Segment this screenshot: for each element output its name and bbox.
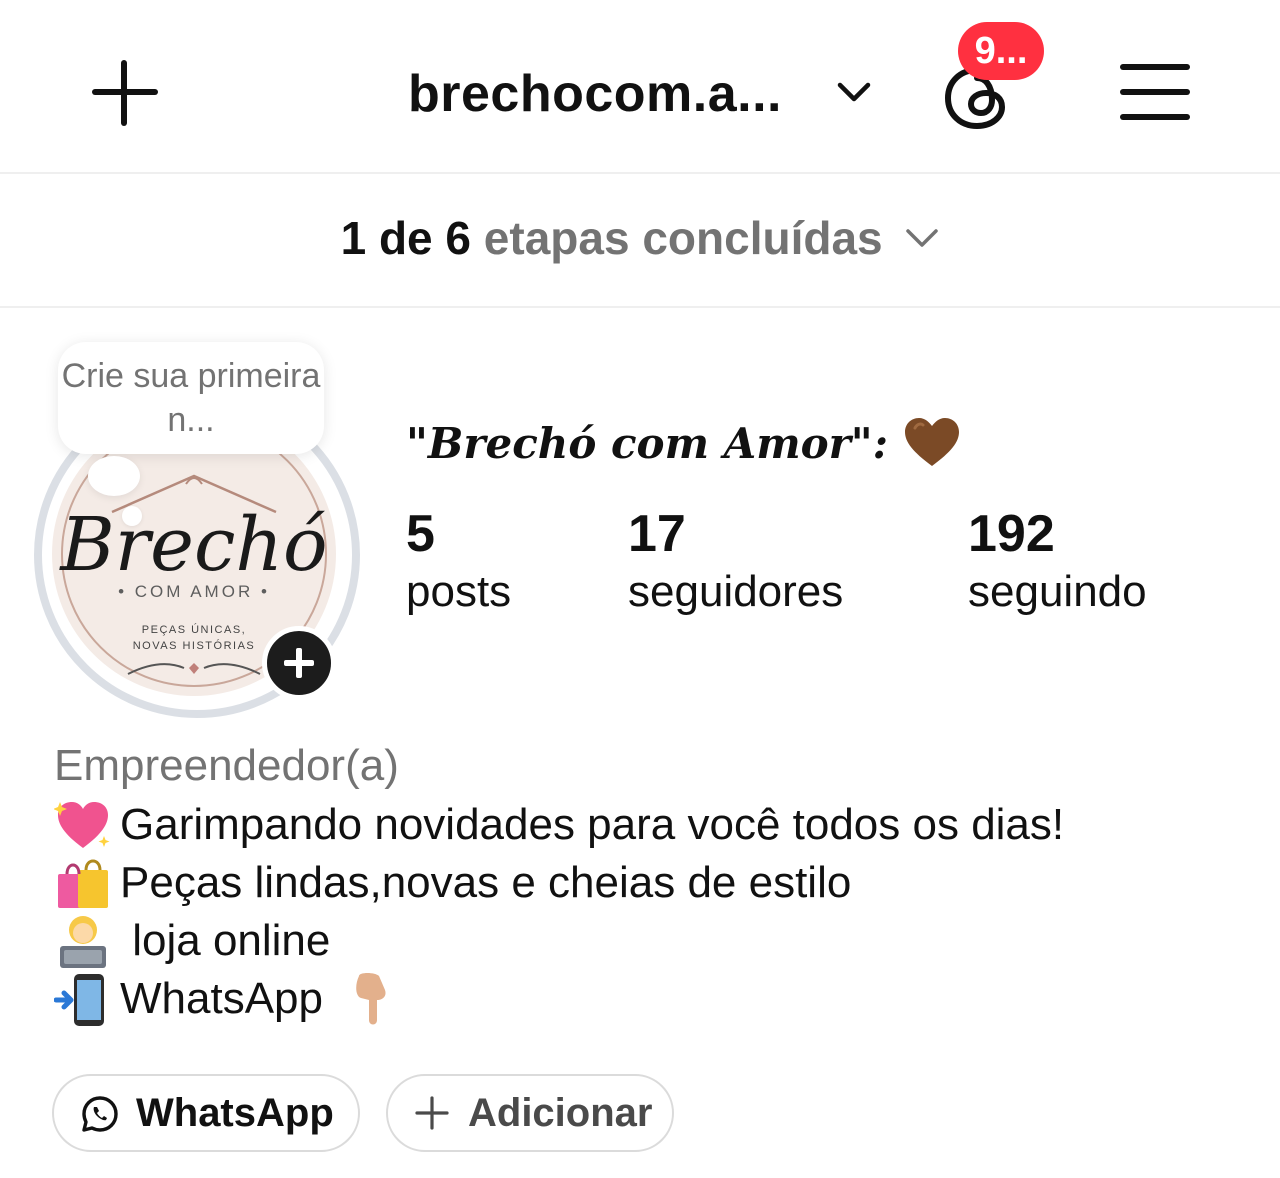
profile-display-name: "Brechó com Amor":	[406, 414, 961, 474]
stat-followers-value: 17	[628, 505, 686, 563]
note-bubble-tail	[88, 456, 140, 496]
technologist-emoji	[60, 916, 106, 968]
plus-icon	[415, 1096, 449, 1130]
menu-hamburger-icon[interactable]	[1120, 64, 1190, 120]
chevron-down-icon[interactable]	[905, 221, 939, 255]
create-plus-icon[interactable]	[88, 56, 162, 130]
account-switch-chevron-icon[interactable]	[836, 74, 872, 110]
bio-line: Garimpando novidades para você todos os …	[54, 796, 1064, 854]
add-button-label: Adicionar	[468, 1091, 653, 1135]
add-story-plus-icon[interactable]	[262, 626, 336, 700]
note-bubble-tail-dot	[122, 506, 142, 526]
whatsapp-icon	[82, 1096, 118, 1132]
logo-subtitle: • COM AMOR •	[118, 582, 270, 601]
account-username[interactable]: brechocom.a...	[408, 62, 782, 126]
brown-heart-emoji	[904, 418, 959, 466]
pointing-down-emoji	[356, 973, 386, 1025]
stat-posts-value: 5	[406, 505, 435, 563]
stat-followers-label: seguidores	[628, 567, 844, 616]
add-button[interactable]: Adicionar	[386, 1074, 674, 1152]
bio-line: WhatsApp	[54, 970, 397, 1028]
profile-steps-bar[interactable]: 1 de 6 etapas concluídas	[0, 176, 1280, 308]
mobile-arrow-emoji	[54, 974, 104, 1026]
stat-posts-label: posts	[406, 567, 512, 616]
stat-posts[interactable]: 5 posts	[406, 504, 511, 620]
stat-following[interactable]: 192 seguindo	[968, 504, 1147, 620]
stat-following-value: 192	[968, 505, 1055, 563]
stat-followers[interactable]: 17 seguidores	[628, 504, 843, 620]
bio-line: Peças lindas,novas e cheias de estilo	[54, 854, 851, 912]
logo-script-text: Brechó	[60, 502, 328, 588]
steps-count: 1 de 6	[340, 212, 472, 264]
whatsapp-button-label: WhatsApp	[136, 1091, 334, 1135]
top-bar: brechocom.a... 9...	[0, 0, 1280, 174]
profile-category: Empreendedor(a)	[54, 741, 399, 790]
whatsapp-button[interactable]: WhatsApp	[52, 1074, 360, 1152]
sparkling-heart-emoji	[54, 802, 110, 848]
notification-badge: 9...	[958, 22, 1044, 80]
shopping-bags-emoji	[58, 859, 108, 908]
steps-label: etapas concluídas	[483, 212, 883, 264]
bio-line: loja online	[54, 912, 330, 970]
stat-following-label: seguindo	[968, 567, 1147, 616]
note-bubble[interactable]: Crie sua primeira n...	[58, 342, 324, 454]
